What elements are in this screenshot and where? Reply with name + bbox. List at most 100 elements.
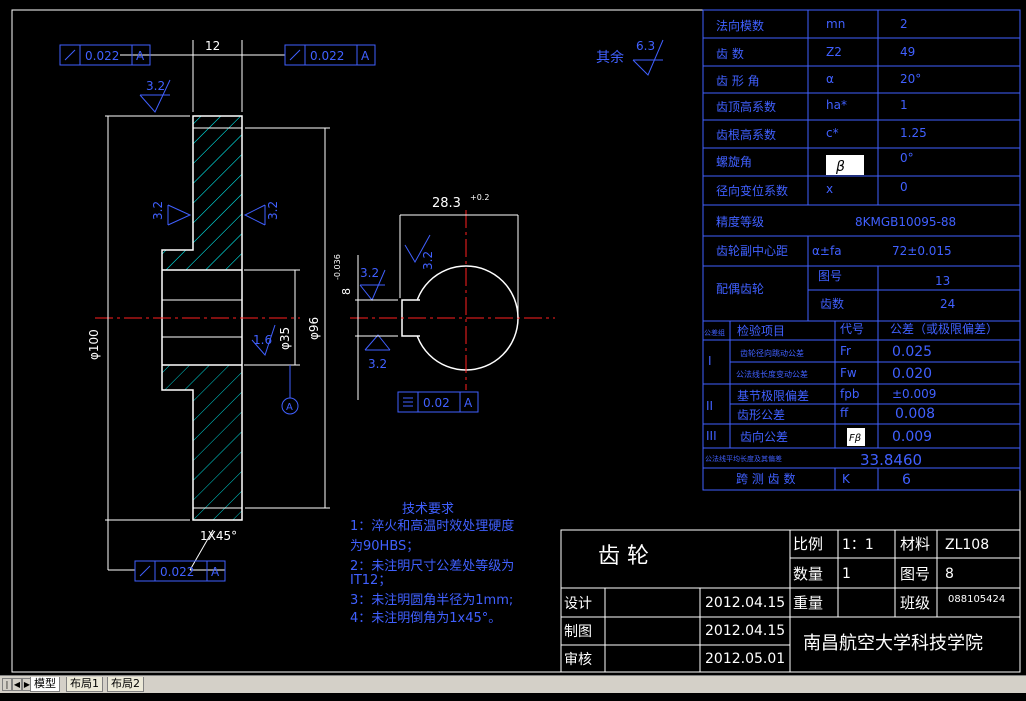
insp-val: 0.008	[895, 406, 935, 422]
insp-header: 代号	[840, 322, 864, 336]
rough-4: 1.6	[253, 333, 272, 347]
gt1-value: 0.022	[85, 49, 119, 63]
mating-key: 图号	[818, 269, 842, 283]
gear-section-view	[95, 115, 300, 521]
design-date: 2012.04.15	[705, 595, 785, 611]
insp-code: fpb	[840, 387, 859, 401]
parameter-table-text: 法向模数 mn 2 齿 数 Z2 49 齿 形 角 α 20° 齿顶高系数 ha…	[704, 17, 998, 488]
check-label: 审核	[564, 652, 592, 668]
param-name: 齿 数	[716, 46, 744, 61]
material-label: 材料	[900, 535, 930, 553]
center-distance-value: 72±0.015	[892, 244, 952, 258]
qty-label: 数量	[793, 565, 823, 583]
param-symbol: ha*	[826, 98, 847, 112]
insp-group: II	[706, 399, 713, 413]
tab-model[interactable]: 模型	[30, 677, 60, 692]
rough-7: 3.2	[421, 251, 435, 270]
first-tab-icon[interactable]: |◀	[2, 678, 12, 700]
tech-req-line: 1：淬火和高温时效处理硬度	[350, 518, 514, 534]
mating-value: 13	[935, 274, 950, 288]
k-value: 6	[902, 472, 911, 488]
center-distance-label: 齿轮副中心距	[716, 243, 788, 258]
check-date: 2012.05.01	[705, 651, 785, 667]
param-name: 齿根高系数	[716, 127, 776, 142]
insp-group: I	[708, 354, 712, 368]
gt1-datum: A	[136, 49, 145, 63]
tech-req-line: 为90HBS；	[350, 539, 419, 554]
layout-tab-bar: |◀ ◀ ▶ ▶| 模型 布局1 布局2	[0, 675, 1026, 700]
gt3-datum: A	[211, 565, 220, 579]
insp-header: 公差组	[704, 328, 725, 337]
accuracy-label: 精度等级	[716, 214, 764, 229]
gt3-value: 0.022	[160, 565, 194, 579]
insp-code: Fr	[840, 344, 851, 358]
design-label: 设计	[564, 596, 592, 612]
material-value: ZL108	[945, 537, 989, 553]
center-distance-symbol: α±fa	[812, 244, 842, 258]
param-value: 0°	[900, 151, 914, 165]
param-name: 径向变位系数	[716, 183, 788, 198]
rough-rest-label: 其余	[596, 49, 624, 66]
mating-label: 配偶齿轮	[716, 282, 764, 296]
weight-label: 重量	[793, 594, 823, 612]
insp-code: ff	[840, 406, 849, 420]
cad-drawing-area[interactable]: 1 2 φ100 φ96 φ35 1X45° 0.022 A 0.022 A 0.…	[0, 0, 1026, 675]
param-name: 齿顶高系数	[716, 99, 776, 114]
insp-code: Fw	[840, 366, 857, 380]
rough-rest-value: 6.3	[636, 39, 655, 53]
param-symbol: x	[826, 182, 833, 196]
scale-value: 1：1	[842, 537, 874, 553]
tech-req-title: 技术要求	[402, 502, 454, 517]
insp-item: 齿形公差	[737, 408, 785, 422]
insp-item: 齿向公差	[740, 429, 788, 444]
insp-header: 公差（或极限偏差）	[890, 321, 998, 336]
rough-3: 3.2	[266, 201, 280, 220]
qty-value: 1	[842, 566, 851, 582]
param-value: 2	[900, 17, 908, 31]
dim-100: φ100	[87, 329, 101, 360]
insp-val: ±0.009	[892, 387, 936, 401]
param-name: 齿 形 角	[716, 74, 760, 88]
gt2-datum: A	[361, 49, 370, 63]
param-value: 1.25	[900, 126, 927, 140]
tech-req-line: 3：未注明圆角半径为1mm;	[350, 593, 513, 608]
param-symbol: β	[835, 159, 845, 175]
insp-val: 0.025	[892, 344, 932, 360]
insp-item: 基节极限偏差	[737, 388, 809, 403]
key-width-tol: +0.2	[470, 193, 489, 202]
param-symbol: Z2	[826, 45, 842, 59]
title-block-text: 齿 轮 比例 1：1 材料 ZL108 数量 1 图号 8 重量 班级 0881…	[564, 535, 1005, 668]
k-label: 跨 测 齿 数	[736, 471, 795, 486]
param-value: 20°	[900, 72, 921, 86]
tech-req-line: 2：未注明尺寸公差处等级为	[350, 558, 514, 574]
gt4-datum: A	[464, 396, 473, 410]
datum-a: A	[286, 402, 293, 413]
param-value: 1	[900, 98, 908, 112]
drawing-no-label: 图号	[900, 565, 930, 583]
scale-label: 比例	[793, 535, 823, 553]
param-value: 0	[900, 180, 908, 194]
chamfer-label: 1X45°	[200, 529, 237, 543]
draw-label: 制图	[564, 624, 592, 640]
tech-req-line: IT12；	[350, 573, 391, 588]
class-label: 班级	[900, 594, 930, 612]
prev-tab-icon[interactable]: ◀	[12, 678, 22, 691]
key-width: 28.3	[432, 196, 461, 211]
key-h-tol: -0.036	[333, 254, 342, 280]
param-symbol: c*	[826, 126, 839, 140]
cad-canvas: 1 2 φ100 φ96 φ35 1X45° 0.022 A 0.022 A 0.…	[11, 9, 1021, 673]
tab-layout2[interactable]: 布局2	[107, 677, 144, 692]
drawing-title: 齿 轮	[598, 544, 649, 569]
class-value: 088105424	[948, 594, 1005, 605]
rough-1: 3.2	[146, 79, 165, 93]
dim-35: φ35	[278, 327, 292, 350]
gt2-value: 0.022	[310, 49, 344, 63]
tab-layout1[interactable]: 布局1	[66, 677, 103, 692]
draw-date: 2012.04.15	[705, 623, 785, 639]
insp-item: 公法线长度变动公差	[736, 369, 808, 379]
rough-6: 3.2	[368, 357, 387, 371]
dim-96: φ96	[307, 317, 321, 340]
tech-requirements: 技术要求 1：淬火和高温时效处理硬度 为90HBS； 2：未注明尺寸公差处等级为…	[350, 502, 514, 626]
rough-2: 3.2	[151, 201, 165, 220]
mating-value: 24	[940, 297, 955, 311]
